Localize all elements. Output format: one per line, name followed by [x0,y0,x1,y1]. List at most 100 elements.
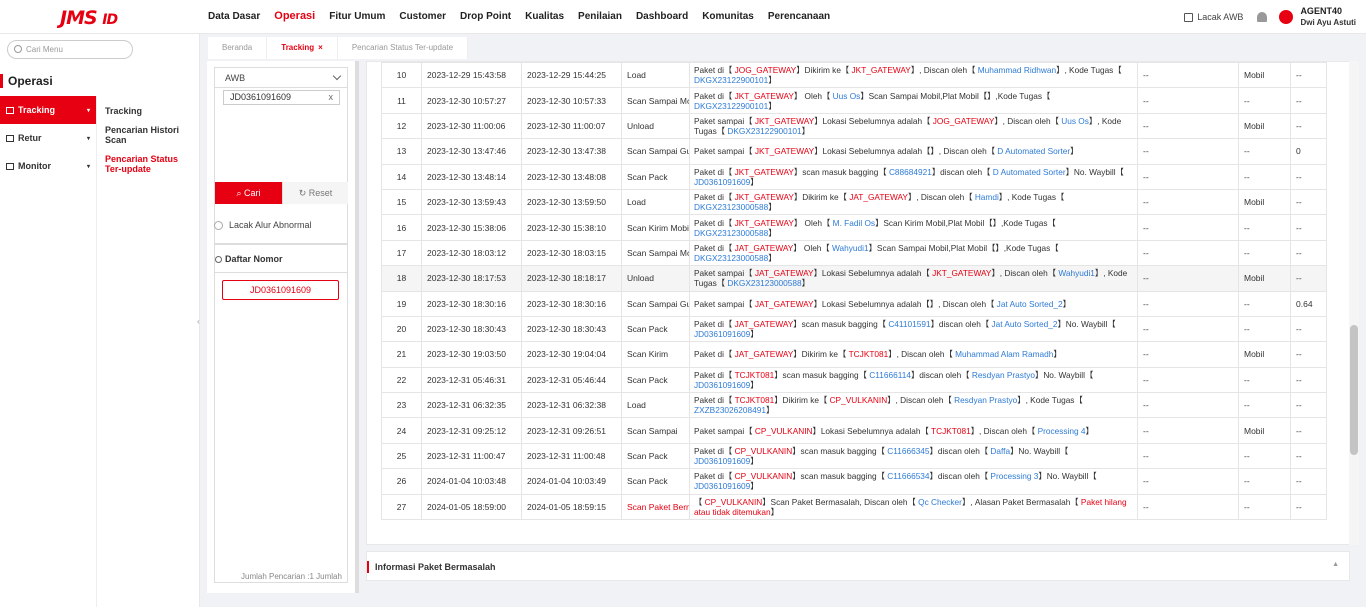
table-row[interactable]: 19 2023-12-30 18:30:16 2023-12-30 18:30:16… [381,290,1327,317]
nav-item-data-dasar[interactable]: Data Dasar [208,0,267,34]
link-text[interactable]: Daffa [990,446,1010,456]
sidebar-item-retur[interactable]: Retur ▾ [0,124,96,152]
row-number: 21 [381,341,422,368]
informasi-paket-bermasalah-panel[interactable]: Informasi Paket Bermasalah ▲ [366,551,1350,581]
table-scrollbar[interactable] [1349,61,1359,545]
table-row[interactable]: 26 2024-01-04 10:03:48 2024-01-04 10:03:49… [381,468,1327,495]
link-text[interactable]: C11666534 [887,471,929,481]
link-text[interactable]: DKGX23122900101 [694,75,768,85]
table-row[interactable]: 16 2023-12-30 15:38:06 2023-12-30 15:38:10… [381,214,1327,241]
menu-search-input[interactable]: Cari Menu [7,40,133,59]
jms-logo[interactable]: JMS ID [60,7,118,29]
weight-col: -- [1290,341,1327,368]
cari-button[interactable]: ⌕ Cari [215,182,282,204]
link-text[interactable]: JD0361091609 [694,177,750,187]
nav-item-dashboard[interactable]: Dashboard [629,0,695,34]
link-text[interactable]: Uus Os [833,91,861,101]
link-text[interactable]: C41101591 [888,319,930,329]
link-text[interactable]: Wahyudi1 [832,243,869,253]
link-text[interactable]: DKGX23123000588 [694,202,768,212]
nav-item-kualitas[interactable]: Kualitas [518,0,571,34]
link-text[interactable]: DKGX23123000588 [727,278,801,288]
link-text[interactable]: M. Fadil Os [833,218,875,228]
link-text[interactable]: Jat Auto Sorted_2 [997,299,1063,309]
tab-beranda[interactable]: Beranda [208,37,268,59]
sidebar-item-tracking[interactable]: Tracking ▾ [0,96,96,124]
sidebar-item-monitor[interactable]: Monitor ▾ [0,152,96,180]
link-text[interactable]: Muhammad Ridhwan [978,65,1056,75]
collapse-arrow-icon[interactable]: ‹ [197,317,200,326]
link-text[interactable]: Uus Os [1061,116,1089,126]
reset-button[interactable]: ↻ Reset [282,182,348,204]
link-text[interactable]: Resdyan Prastyo [972,370,1035,380]
scrollbar-thumb[interactable] [1350,325,1358,455]
link-text[interactable]: JD0361091609 [694,456,750,466]
link-text[interactable]: Qc Checker [918,497,962,507]
submenu-item-1[interactable]: Pencarian Histori Scan [105,125,195,145]
link-text[interactable]: Processing 4 [1038,426,1086,436]
awb-input-tag[interactable]: JD0361091609 x [223,90,340,105]
submenu-item-2[interactable]: Pencarian Status Ter-update [105,154,195,174]
table-row[interactable]: 11 2023-12-30 10:57:27 2023-12-30 10:57:33… [381,87,1327,114]
lacak-awb-button[interactable]: Lacak AWB [1184,12,1243,22]
tab-tracking[interactable]: Tracking × [267,37,338,59]
link-text[interactable]: JD0361091609 [694,481,750,491]
search-type-select[interactable]: AWB [215,68,348,88]
link-text[interactable]: Jat Auto Sorted_2 [991,319,1057,329]
chevron-up-icon[interactable]: ▲ [1332,561,1339,568]
nav-item-penilaian[interactable]: Penilaian [571,0,629,34]
link-text[interactable]: DKGX23122900101 [727,126,801,136]
close-icon[interactable]: × [318,43,323,52]
user-info[interactable]: AGENT40 Dwi Ayu Astuti [1300,6,1356,28]
link-text[interactable]: DKGX23123000588 [694,253,768,263]
link-text[interactable]: Resdyan Prastyo [954,395,1017,405]
plain-text: 】 [1070,146,1079,157]
upload-time: 2023-12-30 18:03:15 [521,239,622,267]
table-row[interactable]: 15 2023-12-30 13:59:43 2023-12-30 13:59:50… [381,188,1327,216]
table-row[interactable]: 20 2023-12-30 18:30:43 2023-12-30 18:30:43… [381,315,1327,343]
nav-item-customer[interactable]: Customer [392,0,453,34]
link-text[interactable]: C88684921 [889,167,932,177]
nav-item-operasi[interactable]: Operasi [267,0,322,34]
link-text[interactable]: ZXZB23026208491 [694,405,766,415]
link-text[interactable]: D Automated Sorter [997,146,1070,156]
link-text[interactable]: DKGX23122900101 [694,101,768,111]
table-row[interactable]: 21 2023-12-30 19:03:50 2023-12-30 19:04:04… [381,341,1327,368]
number-item-button[interactable]: JD0361091609 [222,280,339,300]
link-text[interactable]: Processing 3 [990,471,1038,481]
table-row[interactable]: 18 2023-12-30 18:17:53 2023-12-30 18:18:17… [381,265,1327,292]
nav-item-drop-point[interactable]: Drop Point [453,0,518,34]
nav-item-fitur-umum[interactable]: Fitur Umum [322,0,392,34]
table-row[interactable]: 10 2023-12-29 15:43:58 2023-12-29 15:44:25… [381,62,1327,89]
tab-pencarian-status-ter-update[interactable]: Pencarian Status Ter-update [338,37,469,59]
nav-item-perencanaan[interactable]: Perencanaan [761,0,837,34]
close-icon[interactable]: x [329,91,334,104]
link-text[interactable]: C11666114 [869,370,911,380]
scan-time: 2023-12-31 11:00:47 [421,442,522,470]
table-row[interactable]: 14 2023-12-30 13:48:14 2023-12-30 13:48:08… [381,163,1327,190]
table-row[interactable]: 25 2023-12-31 11:00:47 2023-12-31 11:00:48… [381,442,1327,470]
table-row[interactable]: 27 2024-01-05 18:59:00 2024-01-05 18:59:15… [381,493,1327,521]
radio-label: Lacak Alur Abnormal [229,220,312,230]
link-text[interactable]: C11666345 [887,446,929,456]
table-row[interactable]: 22 2023-12-31 05:46:31 2023-12-31 05:46:44… [381,366,1327,394]
panel-scrollbar[interactable] [355,61,359,593]
link-text[interactable]: Hamdi [975,192,999,202]
bell-icon[interactable] [1257,12,1268,22]
table-row[interactable]: 13 2023-12-30 13:47:46 2023-12-30 13:47:38… [381,138,1327,165]
link-text[interactable]: Muhammad Alam Ramadh [955,349,1053,359]
table-row[interactable]: 12 2023-12-30 11:00:06 2023-12-30 11:00:07… [381,112,1327,140]
link-text[interactable]: DKGX23123000588 [694,228,768,238]
plain-text: 】Lokasi Sebelumnya adalah【】, Discan oleh… [814,146,998,157]
link-text[interactable]: JD0361091609 [694,380,750,390]
link-text[interactable]: D Automated Sorter [993,167,1066,177]
nav-item-komunitas[interactable]: Komunitas [695,0,761,34]
submenu-item-0[interactable]: Tracking [105,106,195,116]
link-text[interactable]: JD0361091609 [694,329,750,339]
avatar[interactable] [1279,10,1294,24]
lacak-alur-abnormal-radio[interactable]: Lacak Alur Abnormal [214,220,312,230]
table-row[interactable]: 17 2023-12-30 18:03:12 2023-12-30 18:03:15… [381,239,1327,267]
link-text[interactable]: Wahyudi1 [1058,268,1095,278]
table-row[interactable]: 23 2023-12-31 06:32:35 2023-12-31 06:32:38… [381,392,1327,419]
table-row[interactable]: 24 2023-12-31 09:25:12 2023-12-31 09:26:51… [381,417,1327,444]
